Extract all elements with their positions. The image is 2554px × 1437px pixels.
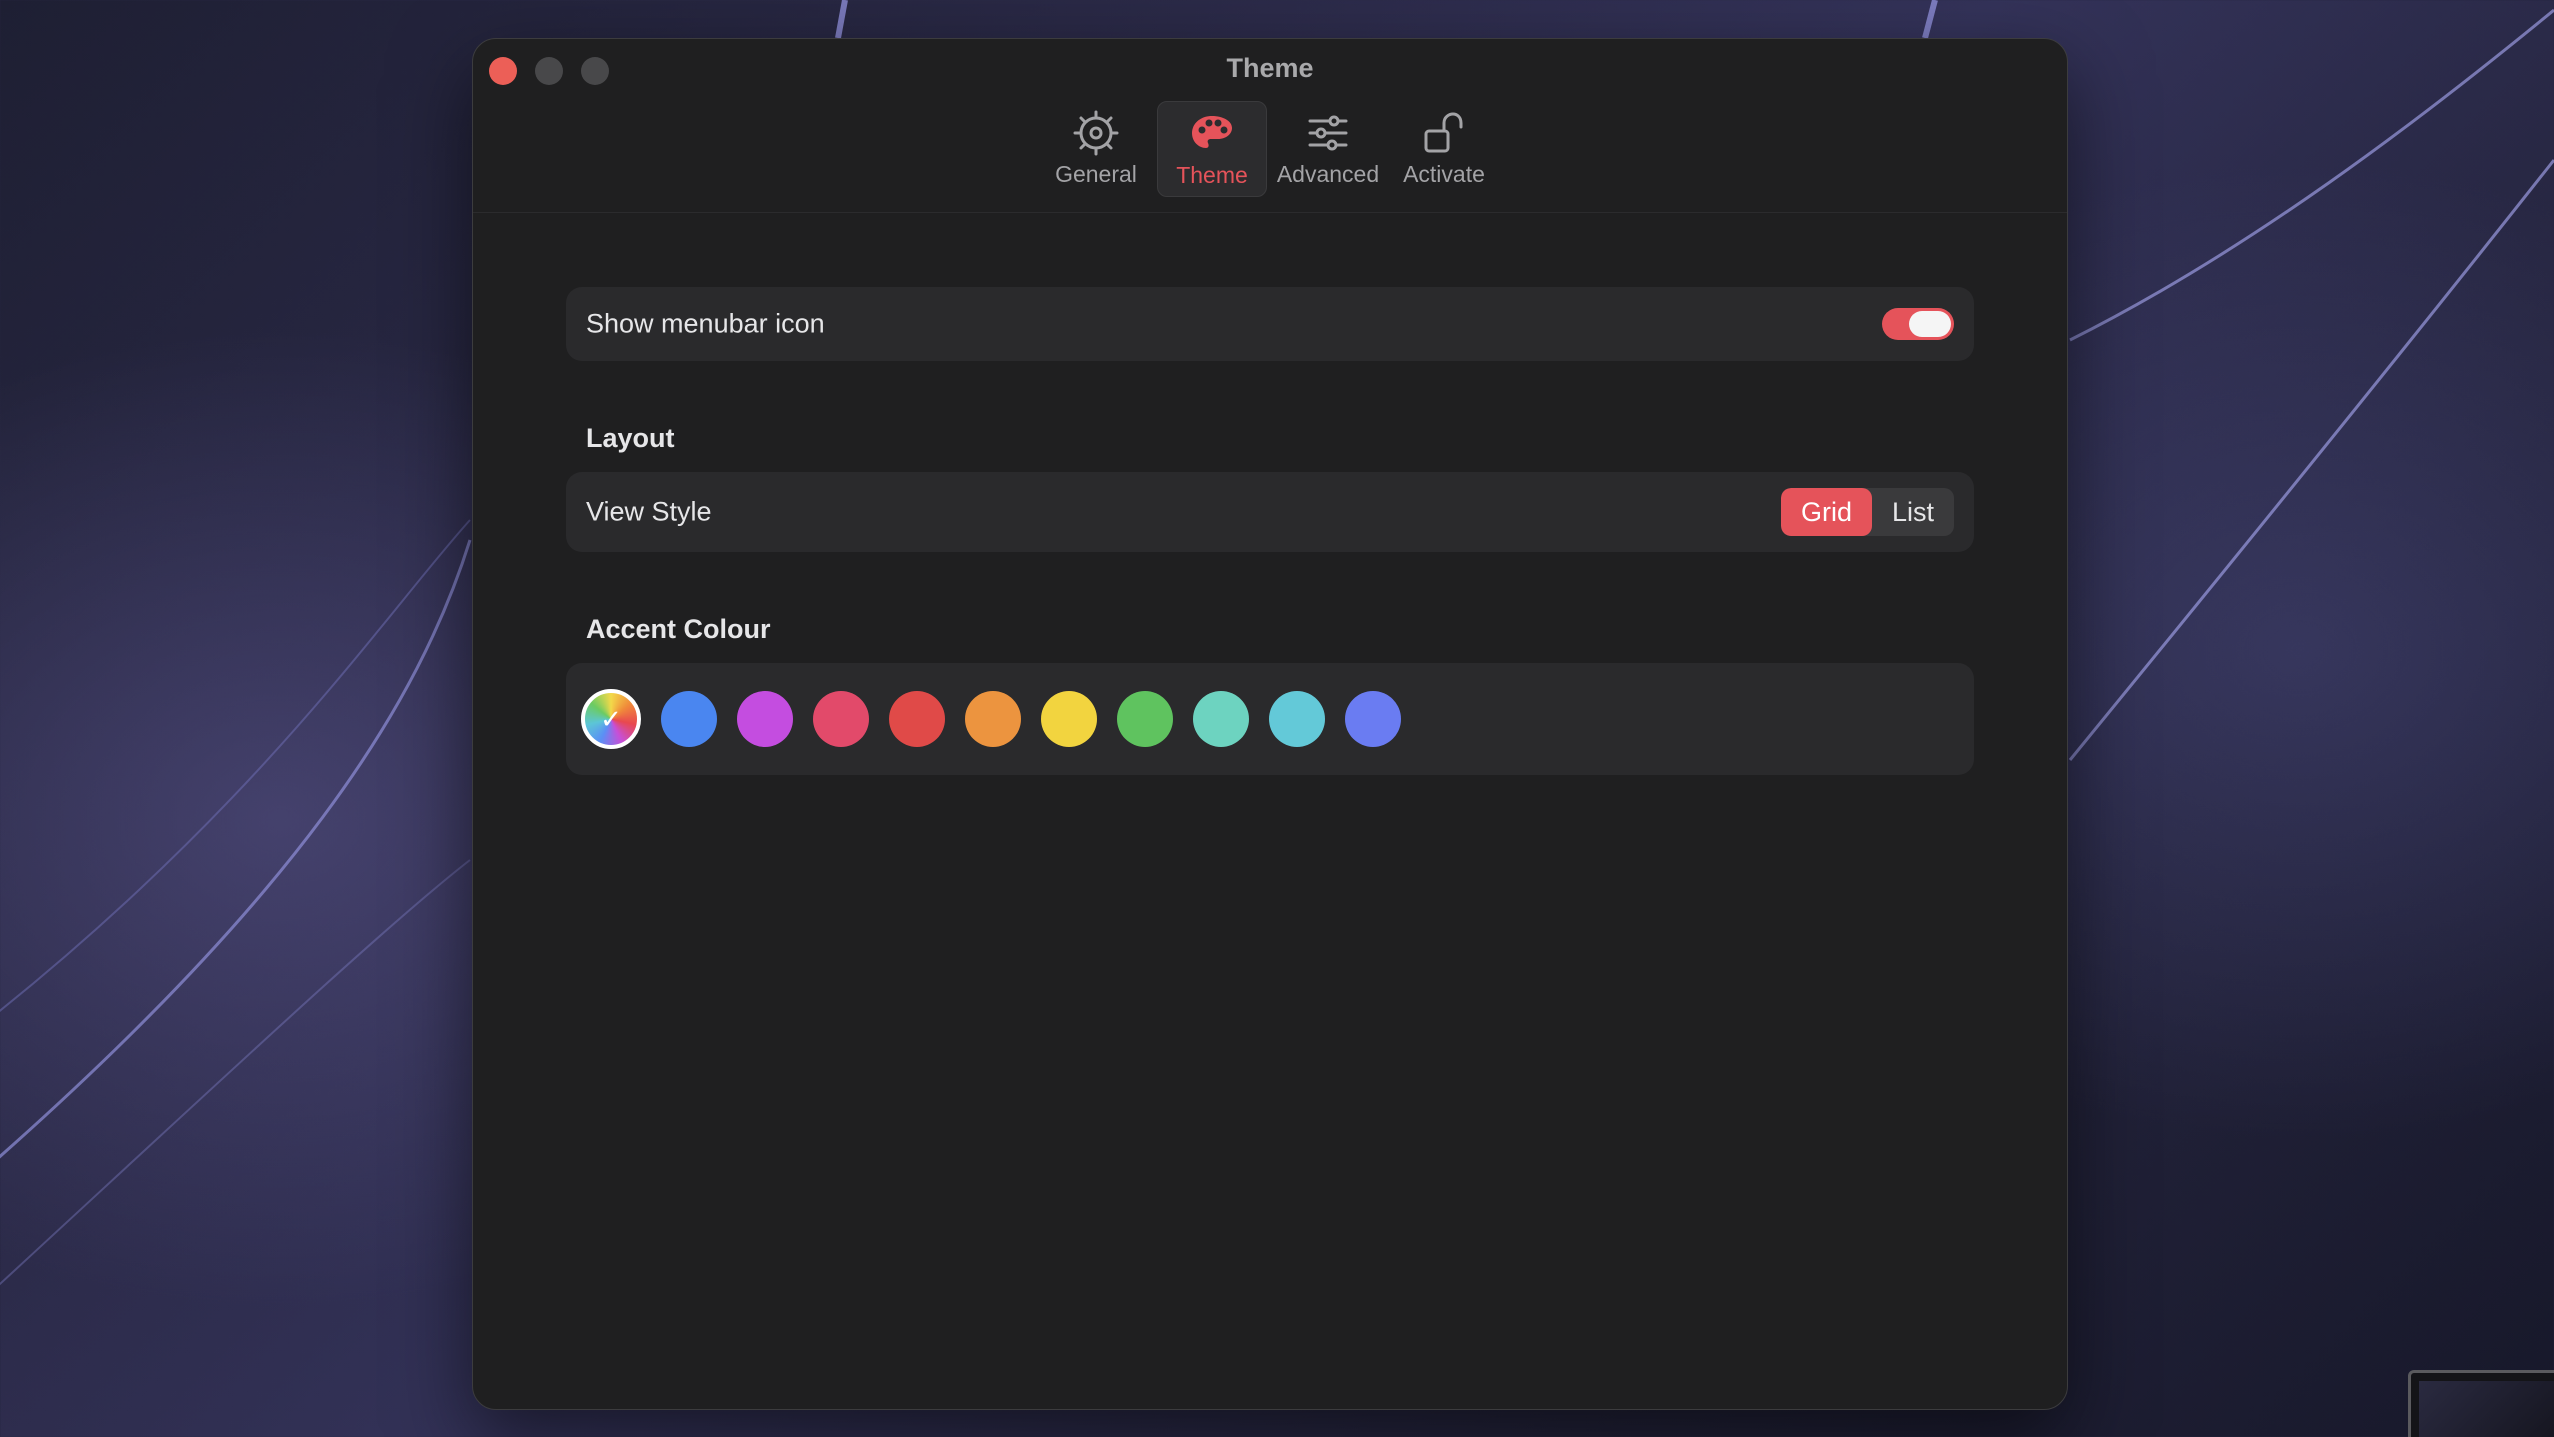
view-style-row: View Style Grid List [566, 472, 1974, 552]
tab-activate[interactable]: Activate [1389, 101, 1499, 197]
palette-icon [1188, 110, 1236, 158]
accent-swatch[interactable] [737, 691, 793, 747]
tab-theme[interactable]: Theme [1157, 101, 1267, 197]
tab-advanced[interactable]: Advanced [1273, 101, 1383, 197]
unlock-icon [1420, 109, 1468, 157]
accent-colour-row: ✓ [566, 663, 1974, 775]
checkmark-icon: ✓ [600, 703, 622, 734]
tab-general[interactable]: General [1041, 101, 1151, 197]
accent-swatch[interactable] [1041, 691, 1097, 747]
theme-settings: Show menubar icon Layout View Style Grid… [566, 287, 1974, 775]
accent-swatch[interactable] [965, 691, 1021, 747]
thumbnail-preview [2419, 1381, 2554, 1437]
window-title: Theme [1226, 53, 1314, 83]
preferences-tabs: General Theme Advanced Activate [473, 101, 2067, 197]
gear-icon [1072, 109, 1120, 157]
accent-swatch[interactable] [1117, 691, 1173, 747]
tab-label: Theme [1176, 162, 1248, 188]
accent-colour-heading: Accent Colour [586, 614, 771, 644]
accent-swatch-multicolor[interactable]: ✓ [581, 689, 641, 749]
preferences-window: Theme General Theme Advanced Activate Sh… [472, 38, 2068, 1410]
window-toolbar: Theme General Theme Advanced Activate [473, 39, 2067, 213]
window-thumbnail[interactable] [2408, 1370, 2554, 1437]
menubar-icon-toggle[interactable] [1882, 308, 1954, 340]
sliders-icon [1304, 109, 1352, 157]
tab-label: General [1055, 161, 1137, 187]
view-style-label: View Style [586, 496, 712, 527]
accent-swatch[interactable] [889, 691, 945, 747]
accent-swatch[interactable] [1345, 691, 1401, 747]
tab-label: Activate [1403, 161, 1485, 187]
accent-swatch[interactable] [1193, 691, 1249, 747]
accent-swatch[interactable] [1269, 691, 1325, 747]
view-style-list-option[interactable]: List [1872, 488, 1954, 536]
view-style-segmented-control: Grid List [1780, 488, 1954, 536]
view-style-grid-option[interactable]: Grid [1780, 488, 1872, 536]
menubar-icon-row: Show menubar icon [566, 287, 1974, 361]
accent-swatch[interactable] [813, 691, 869, 747]
toggle-knob [1909, 311, 1951, 337]
tab-label: Advanced [1276, 161, 1380, 187]
accent-swatch[interactable] [661, 691, 717, 747]
layout-heading: Layout [586, 423, 675, 453]
menubar-icon-label: Show menubar icon [586, 308, 825, 339]
